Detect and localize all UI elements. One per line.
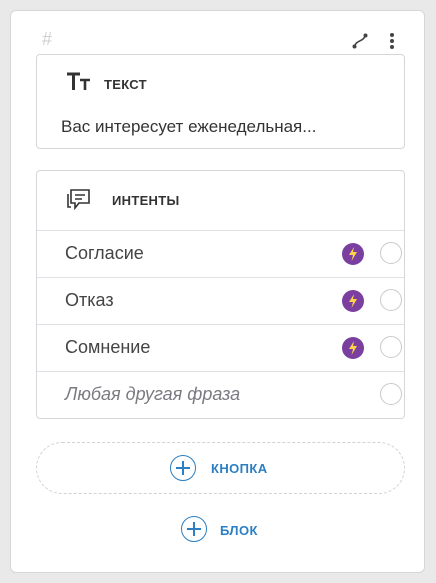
- add-block-button[interactable]: БЛОК: [179, 514, 289, 544]
- intent-label: Сомнение: [65, 337, 151, 357]
- intent-label: Любая другая фраза: [65, 384, 241, 404]
- intent-radio[interactable]: [380, 242, 402, 264]
- add-block-label: БЛОК: [220, 523, 258, 538]
- intent-row[interactable]: Согласие: [37, 230, 404, 277]
- plus-circle-icon: [181, 516, 207, 542]
- more-menu-icon[interactable]: [382, 31, 402, 51]
- add-button-button[interactable]: КНОПКА: [36, 442, 405, 494]
- text-type-icon: [66, 72, 92, 97]
- intent-row-fallback[interactable]: Любая другая фраза: [37, 371, 404, 418]
- add-button-label: КНОПКА: [211, 461, 268, 476]
- lightning-icon[interactable]: [342, 243, 364, 265]
- connect-icon[interactable]: [350, 31, 370, 51]
- text-preview: Вас интересует еженедельная...: [61, 117, 317, 136]
- lightning-icon[interactable]: [342, 290, 364, 312]
- chat-bubble-icon: [66, 188, 92, 217]
- intents-block-title: ИНТЕНТЫ: [112, 193, 180, 208]
- step-hash-marker: #: [42, 29, 53, 49]
- intent-radio[interactable]: [380, 383, 402, 405]
- intent-label: Согласие: [65, 243, 144, 263]
- lightning-icon[interactable]: [342, 337, 364, 359]
- intents-block: ИНТЕНТЫ Согласие Отказ Сомнение Любая др…: [36, 170, 405, 419]
- intent-row[interactable]: Сомнение: [37, 324, 404, 371]
- intent-radio[interactable]: [380, 289, 402, 311]
- text-block-title: ТЕКСТ: [104, 77, 147, 92]
- intent-radio[interactable]: [380, 336, 402, 358]
- intent-label: Отказ: [65, 290, 114, 310]
- text-block[interactable]: ТЕКСТ Вас интересует еженедельная...: [36, 54, 405, 149]
- dialog-step-card: # ТЕКСТ Вас интересует еженедельная... И…: [10, 10, 425, 573]
- plus-circle-icon: [170, 455, 196, 481]
- intent-row[interactable]: Отказ: [37, 277, 404, 324]
